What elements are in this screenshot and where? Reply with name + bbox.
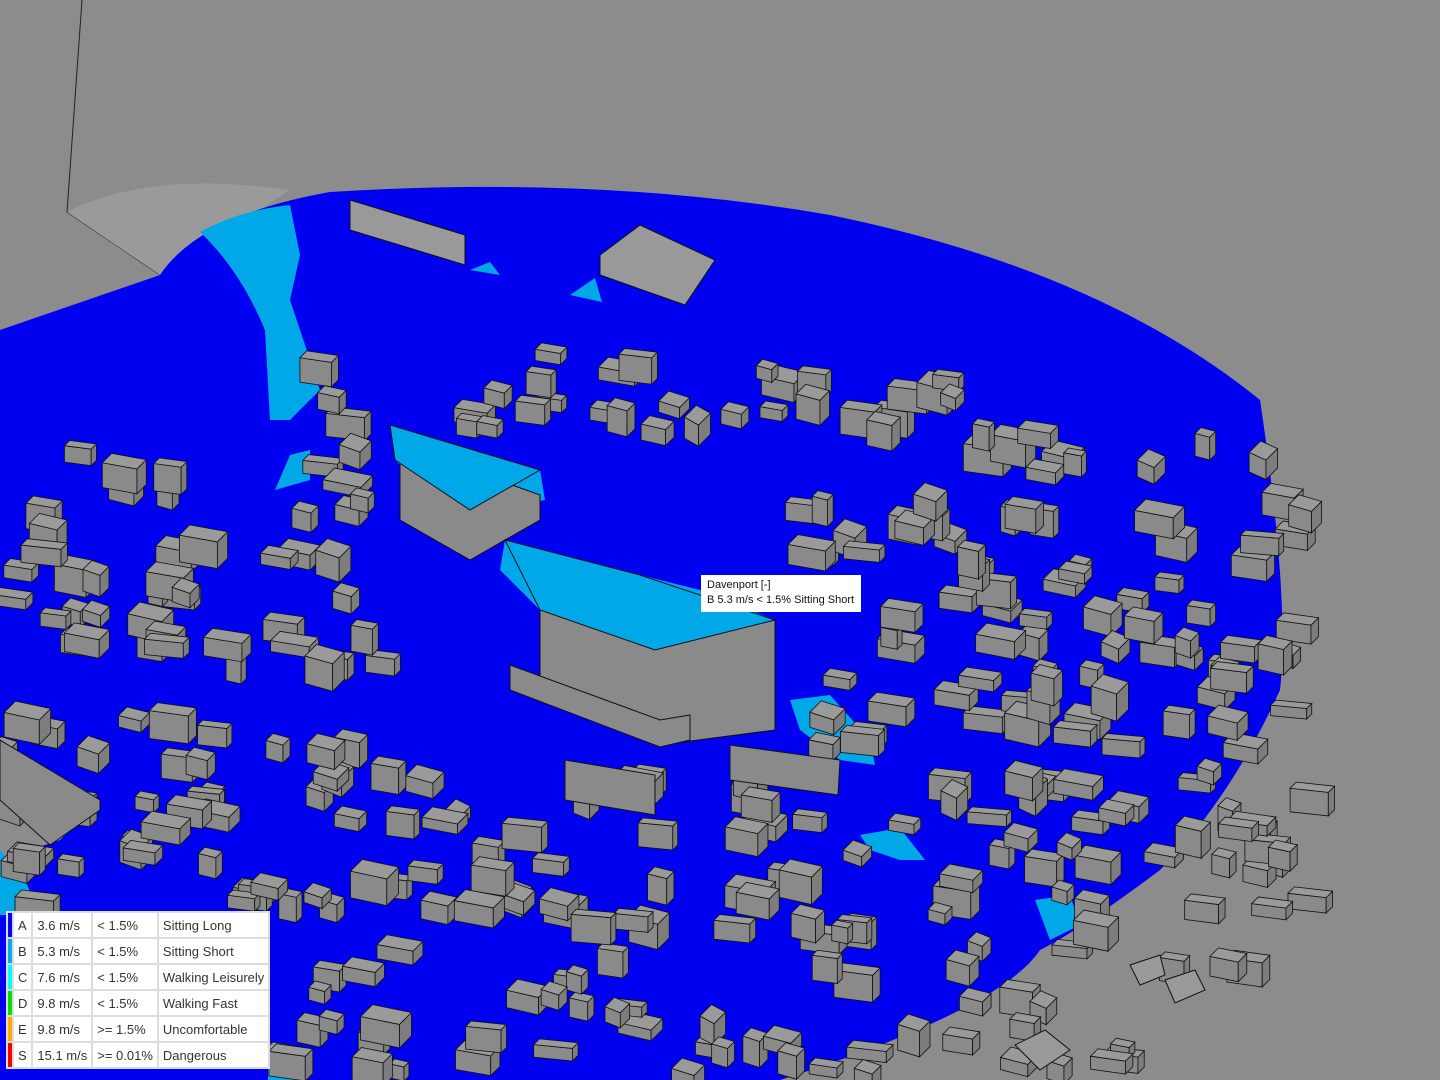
building: [647, 873, 668, 906]
legend-label: Sitting Long: [156, 911, 271, 939]
legend-speed: 9.8 m/s: [31, 989, 94, 1017]
building: [570, 913, 612, 946]
legend-prob: < 1.5%: [91, 989, 159, 1017]
legend-speed: 3.6 m/s: [31, 911, 94, 939]
legend-prob: < 1.5%: [91, 937, 159, 965]
building: [957, 546, 979, 580]
legend-row: B 5.3 m/s < 1.5% Sitting Short: [6, 937, 271, 965]
building: [811, 954, 838, 984]
legend-speed: 9.8 m/s: [31, 1015, 94, 1043]
building: [1194, 432, 1211, 461]
building: [350, 624, 373, 656]
legend-code: A: [11, 911, 34, 939]
legend-code: B: [11, 937, 34, 965]
building: [465, 1025, 502, 1054]
legend-label: Dangerous: [156, 1041, 271, 1069]
tooltip-title: Davenport [-]: [707, 579, 771, 591]
legend-code: D: [11, 989, 34, 1017]
building: [1063, 452, 1082, 478]
legend-row: D 9.8 m/s < 1.5% Walking Fast: [6, 989, 271, 1017]
building: [618, 353, 653, 385]
building: [1289, 787, 1329, 817]
legend-label: Sitting Short: [156, 937, 271, 965]
building: [370, 762, 400, 795]
building: [299, 357, 332, 388]
building: [197, 724, 228, 749]
building: [525, 371, 552, 399]
building: [501, 822, 542, 854]
probe-tooltip: Davenport [-] B 5.3 m/s < 1.5% Sitting S…: [701, 575, 862, 612]
legend-code: S: [11, 1041, 34, 1069]
legend-prob: >= 0.01%: [91, 1041, 159, 1069]
legend-speed: 15.1 m/s: [31, 1041, 94, 1069]
tooltip-value: B 5.3 m/s < 1.5% Sitting Short: [707, 594, 855, 606]
building: [811, 495, 828, 528]
legend-speed: 7.6 m/s: [31, 963, 94, 991]
building: [153, 463, 182, 495]
building: [1024, 855, 1058, 888]
building: [637, 822, 674, 851]
legend-label: Uncomfortable: [156, 1015, 271, 1043]
comfort-legend: A 3.6 m/s < 1.5% Sitting Long B 5.3 m/s < 1.5%…: [6, 911, 271, 1069]
building: [148, 710, 189, 745]
building: [597, 947, 624, 979]
legend-label: Walking Leisurely: [156, 963, 271, 991]
legend-prob: < 1.5%: [91, 963, 159, 991]
building: [278, 893, 297, 924]
building: [972, 423, 990, 452]
building: [385, 810, 415, 840]
legend-speed: 5.3 m/s: [31, 937, 94, 965]
legend-prob: >= 1.5%: [91, 1015, 159, 1043]
building: [1162, 710, 1190, 740]
legend-prob: < 1.5%: [91, 911, 159, 939]
legend-code: C: [11, 963, 34, 991]
legend-row: S 15.1 m/s >= 0.01% Dangerous: [6, 1041, 271, 1069]
legend-label: Walking Fast: [156, 989, 271, 1017]
legend-row: C 7.6 m/s < 1.5% Walking Leisurely: [6, 963, 271, 991]
legend-row: A 3.6 m/s < 1.5% Sitting Long: [6, 911, 271, 939]
legend-row: E 9.8 m/s >= 1.5% Uncomfortable: [6, 1015, 271, 1043]
legend-code: E: [11, 1015, 34, 1043]
building: [880, 626, 898, 650]
building: [12, 847, 41, 876]
